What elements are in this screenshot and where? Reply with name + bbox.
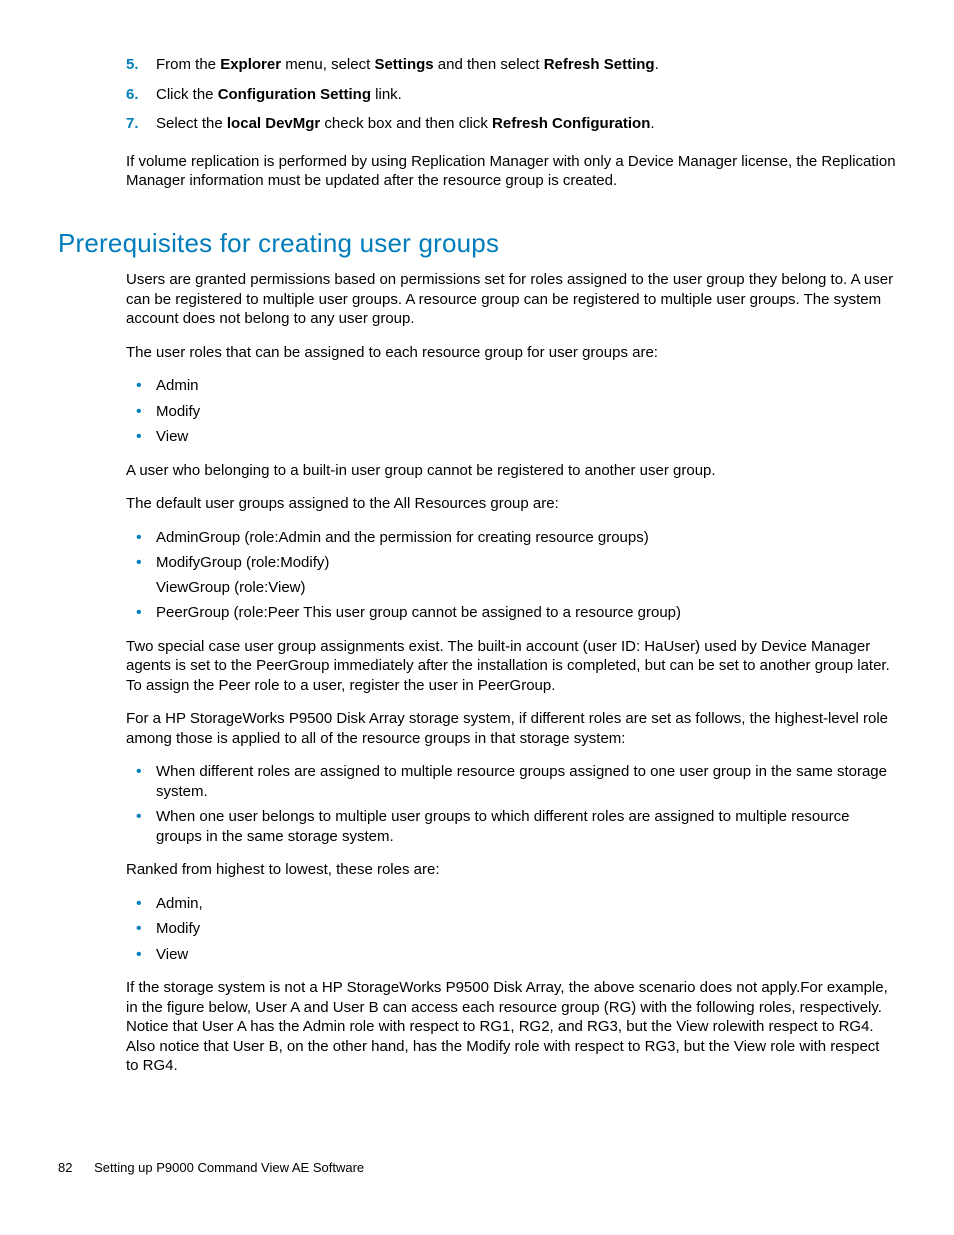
step-number: 6. [126,85,139,105]
section-heading: Prerequisites for creating user groups [58,227,896,261]
body-paragraph: Users are granted permissions based on p… [126,270,896,329]
body-paragraph: Two special case user group assignments … [126,637,896,696]
list-item: Modify [126,402,896,422]
list-item: PeerGroup (role:Peer This user group can… [126,603,896,623]
document-page: 5. From the Explorer menu, select Setting… [0,0,954,1130]
step-text: link. [371,86,402,103]
cases-list: When different roles are assigned to mul… [126,762,896,846]
step-item: 5. From the Explorer menu, select Setting… [126,55,896,75]
list-item: ModifyGroup (role:Modify) ViewGroup (role… [126,553,896,597]
bold-text: local DevMgr [227,115,320,132]
footer-title: Setting up P9000 Command View AE Softwar… [94,1160,364,1175]
list-item-subtext: ViewGroup (role:View) [156,578,896,598]
list-item: When different roles are assigned to mul… [126,762,896,801]
bold-text: Settings [374,56,433,73]
step-number: 7. [126,114,139,134]
step-text: and then select [434,56,544,73]
body-paragraph: A user who belonging to a built-in user … [126,461,896,481]
step-text: Click the [156,86,218,103]
step-text: check box and then click [320,115,492,132]
default-groups-list: AdminGroup (role:Admin and the permissio… [126,528,896,623]
list-item: Admin [126,376,896,396]
step-text: From the [156,56,220,73]
list-item: Admin, [126,894,896,914]
ordered-steps-list: 5. From the Explorer menu, select Setting… [126,55,896,134]
roles-list-2: Admin, Modify View [126,894,896,965]
step-text: Select the [156,115,227,132]
step-number: 5. [126,55,139,75]
bold-text: Refresh Setting [544,56,655,73]
step-item: 6. Click the Configuration Setting link. [126,85,896,105]
body-paragraph: The user roles that can be assigned to e… [126,343,896,363]
step-text: . [650,115,654,132]
bold-text: Explorer [220,56,281,73]
roles-list-1: Admin Modify View [126,376,896,447]
page-number: 82 [58,1160,72,1175]
step-text: menu, select [281,56,374,73]
list-item: When one user belongs to multiple user g… [126,807,896,846]
list-item: View [126,945,896,965]
list-item-text: PeerGroup (role:Peer This user group can… [156,603,896,623]
section-body: Users are granted permissions based on p… [126,270,896,1076]
steps-block: 5. From the Explorer menu, select Setting… [126,55,896,191]
body-paragraph: If the storage system is not a HP Storag… [126,978,896,1076]
body-paragraph: The default user groups assigned to the … [126,494,896,514]
body-paragraph: For a HP StorageWorks P9500 Disk Array s… [126,709,896,748]
list-item: Modify [126,919,896,939]
list-item-text: ModifyGroup (role:Modify) [156,553,896,573]
list-item: AdminGroup (role:Admin and the permissio… [126,528,896,548]
post-steps-paragraph: If volume replication is performed by us… [126,152,896,191]
list-item: View [126,427,896,447]
step-text: . [655,56,659,73]
bold-text: Refresh Configuration [492,115,650,132]
list-item-text: AdminGroup (role:Admin and the permissio… [156,528,896,548]
body-paragraph: Ranked from highest to lowest, these rol… [126,860,896,880]
page-footer: 82 Setting up P9000 Command View AE Soft… [58,1160,364,1177]
step-item: 7. Select the local DevMgr check box and … [126,114,896,134]
bold-text: Configuration Setting [218,86,371,103]
